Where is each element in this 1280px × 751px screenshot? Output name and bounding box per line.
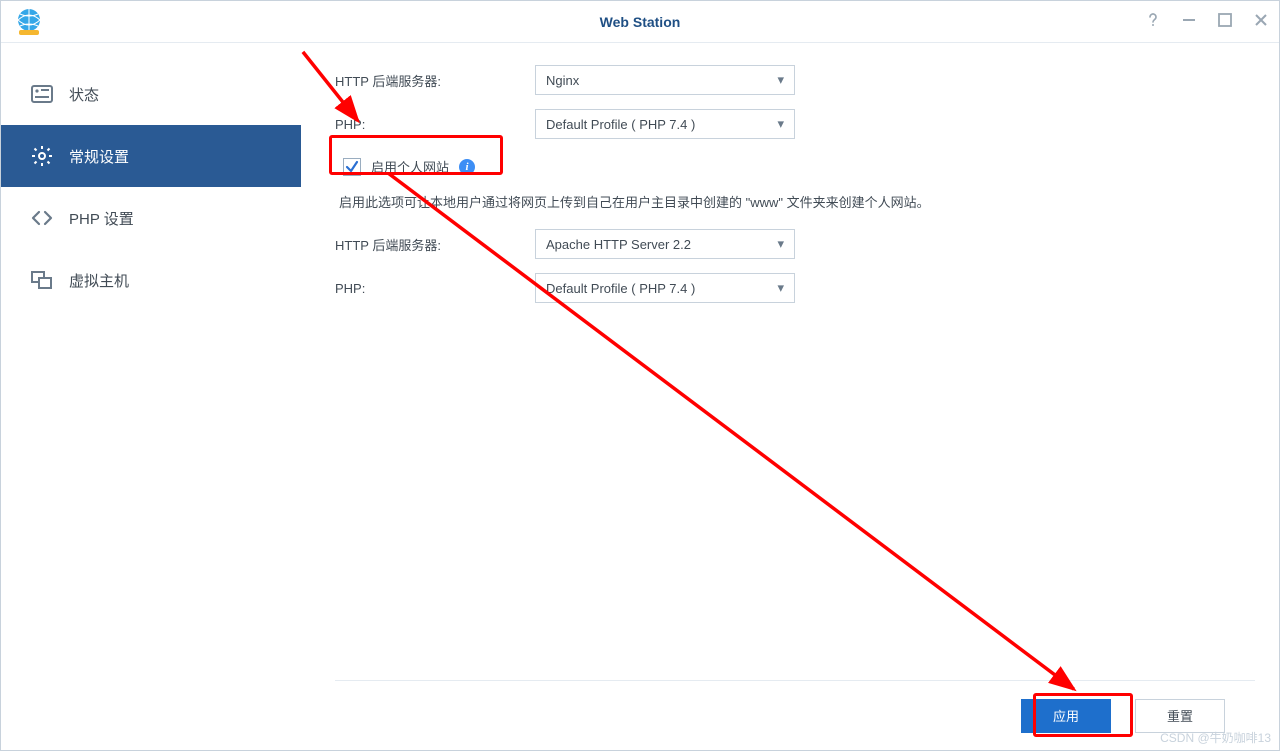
watermark: CSDN @牛奶咖啡13 <box>1160 729 1271 746</box>
sidebar-item-label: 常规设置 <box>69 146 129 167</box>
help-icon[interactable] <box>1145 12 1161 31</box>
window-title: Web Station <box>1 14 1279 30</box>
sidebar: 状态 常规设置 PHP 设置 虚拟主机 <box>1 43 301 750</box>
php-value: Default Profile ( PHP 7.4 ) <box>546 117 695 132</box>
sidebar-item-status[interactable]: 状态 <box>1 63 301 125</box>
php-label: PHP: <box>335 117 535 132</box>
footer-bar: 应用 重置 <box>335 680 1255 750</box>
personal-http-backend-label: HTTP 后端服务器: <box>335 235 535 254</box>
php-select[interactable]: Default Profile ( PHP 7.4 ) ▾ <box>535 109 795 139</box>
sidebar-item-label: PHP 设置 <box>69 208 134 229</box>
personal-php-select[interactable]: Default Profile ( PHP 7.4 ) ▾ <box>535 273 795 303</box>
chevron-down-icon: ▾ <box>777 116 784 132</box>
sidebar-item-vhost[interactable]: 虚拟主机 <box>1 249 301 311</box>
close-icon[interactable] <box>1253 12 1269 31</box>
chevron-down-icon: ▾ <box>777 236 784 252</box>
status-icon <box>31 83 53 105</box>
info-icon[interactable]: i <box>459 159 475 175</box>
personal-http-backend-select[interactable]: Apache HTTP Server 2.2 ▾ <box>535 229 795 259</box>
sidebar-item-label: 状态 <box>69 84 99 105</box>
enable-personal-site-desc: 启用此选项可让本地用户通过将网页上传到自己在用户主目录中创建的 "www" 文件… <box>339 192 1255 211</box>
personal-php-label: PHP: <box>335 281 535 296</box>
http-backend-value: Nginx <box>546 73 579 88</box>
titlebar: Web Station <box>1 1 1279 43</box>
http-backend-label: HTTP 后端服务器: <box>335 71 535 90</box>
code-icon <box>31 207 53 229</box>
personal-php-value: Default Profile ( PHP 7.4 ) <box>546 281 695 296</box>
enable-personal-site-checkbox[interactable] <box>343 158 361 176</box>
chevron-down-icon: ▾ <box>777 280 784 296</box>
http-backend-select[interactable]: Nginx ▾ <box>535 65 795 95</box>
minimize-icon[interactable] <box>1181 12 1197 31</box>
chevron-down-icon: ▾ <box>777 72 784 88</box>
gear-icon <box>31 145 53 167</box>
sidebar-item-php[interactable]: PHP 设置 <box>1 187 301 249</box>
enable-personal-site-row: 启用个人网站 i <box>335 153 483 180</box>
content-pane: HTTP 后端服务器: Nginx ▾ PHP: Default Profile… <box>301 43 1279 750</box>
apply-button[interactable]: 应用 <box>1021 699 1111 733</box>
sidebar-item-general[interactable]: 常规设置 <box>1 125 301 187</box>
reset-button[interactable]: 重置 <box>1135 699 1225 733</box>
app-window: Web Station 状态 常规设置 <box>0 0 1280 751</box>
personal-http-backend-value: Apache HTTP Server 2.2 <box>546 237 691 252</box>
reset-label: 重置 <box>1167 706 1193 725</box>
enable-personal-site-label: 启用个人网站 <box>371 157 449 176</box>
apply-label: 应用 <box>1053 706 1079 725</box>
vhost-icon <box>31 269 53 291</box>
sidebar-item-label: 虚拟主机 <box>69 270 129 291</box>
maximize-icon[interactable] <box>1217 12 1233 31</box>
